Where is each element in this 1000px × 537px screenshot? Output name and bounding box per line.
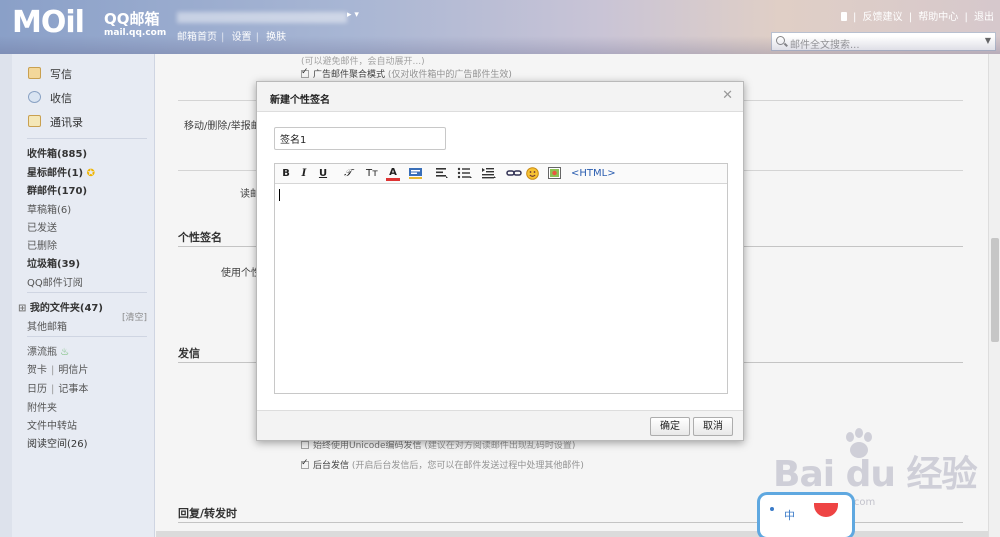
sidebar-item-spam[interactable]: 垃圾箱(39)	[27, 255, 80, 270]
home-link[interactable]: 邮箱首页	[177, 32, 217, 43]
font-color-icon: A	[389, 167, 397, 178]
close-icon[interactable]: ✕	[722, 88, 733, 103]
dialog-header: 新建个性签名 ✕	[257, 82, 743, 112]
html-mode-button[interactable]: <HTML>	[571, 167, 616, 180]
feedback-link[interactable]: 反馈建议	[863, 12, 903, 23]
starred-label: 星标邮件(1)	[27, 168, 84, 179]
mascot-text: 中	[784, 509, 795, 522]
sidebar-divider	[27, 138, 147, 139]
highlight-icon	[408, 168, 422, 179]
sidebar-divider	[27, 336, 147, 337]
align-button[interactable]	[435, 167, 449, 180]
card-link[interactable]: 贺卡	[27, 365, 47, 376]
sidebar-item-subscription[interactable]: QQ邮件订阅	[27, 274, 83, 289]
font-color-button[interactable]: A	[386, 167, 400, 181]
phone-icon[interactable]	[840, 12, 847, 21]
sidebar-item-other-mail[interactable]: 其他邮箱	[27, 318, 67, 333]
smiley-icon	[525, 167, 539, 180]
search-input[interactable]: 邮件全文搜索...	[790, 36, 860, 51]
sidebar-item-reading[interactable]: 阅读空间(26)	[27, 435, 88, 450]
editor-toolbar: B I U 𝒯 Tт A <HTML>	[275, 164, 727, 184]
sidebar-item-drift-bottle[interactable]: 漂流瓶 ♨	[27, 343, 69, 358]
contacts-label: 通讯录	[50, 116, 83, 129]
underline-button[interactable]: U	[316, 167, 330, 180]
logo-domain: mail.qq.com	[104, 28, 167, 38]
account-dropdown-icon[interactable]: ▸ ▾	[347, 10, 359, 20]
bottle-icon: ♨	[60, 347, 70, 358]
help-link[interactable]: 帮助中心	[918, 12, 958, 23]
scrollbar-thumb[interactable]	[991, 238, 999, 342]
header: MOil QQ邮箱 mail.qq.com ▸ ▾ 邮箱首页 | 设置 | 换肤 |…	[0, 0, 1000, 54]
new-signature-dialog: 新建个性签名 ✕ B I U 𝒯 Tт A	[256, 81, 744, 441]
signature-name-input[interactable]	[274, 127, 446, 150]
image-icon	[547, 167, 561, 179]
inbox-icon	[28, 91, 41, 103]
indent-icon	[482, 168, 496, 179]
list-icon	[457, 167, 472, 179]
baidu-jingyan-watermark: Bai du 经验 jingyan.baidu.com 中	[755, 428, 995, 537]
cancel-button[interactable]: 取消	[693, 417, 733, 436]
font-family-button[interactable]: 𝒯	[341, 167, 355, 180]
align-icon	[436, 168, 448, 178]
sidebar-item-drafts[interactable]: 草稿箱(6)	[27, 201, 71, 216]
bold-button[interactable]: B	[279, 167, 293, 180]
bullet-list-button[interactable]	[457, 167, 473, 180]
sidebar-item-calendar: 日历 | 记事本	[27, 384, 89, 395]
logo-cn: QQ邮箱	[104, 10, 160, 28]
italic-button[interactable]: I	[297, 167, 311, 180]
calendar-link[interactable]: 日历	[27, 384, 47, 395]
sidebar-item-cards: 贺卡 | 明信片	[27, 365, 89, 376]
sidebar-item-starred[interactable]: 星标邮件(1) ✪	[27, 164, 95, 179]
notepad-link[interactable]: 记事本	[58, 384, 88, 395]
qqmail-logo[interactable]: MOil	[12, 8, 85, 38]
mascot-icon: 中	[757, 492, 855, 537]
ok-button[interactable]: 确定	[650, 417, 690, 436]
sidebar-divider	[27, 292, 147, 293]
sidebar-item-inbox[interactable]: 收件箱(885)	[27, 145, 87, 160]
link-button[interactable]	[506, 167, 522, 180]
sidebar-item-group[interactable]: 群邮件(170)	[27, 182, 87, 197]
settings-link[interactable]: 设置	[232, 32, 252, 43]
search-box[interactable]: 邮件全文搜索... ▼	[771, 32, 996, 51]
top-right-links: | 反馈建议 | 帮助中心 | 退出	[838, 8, 994, 23]
background-color-button[interactable]	[407, 167, 423, 180]
account-name-blurred[interactable]	[177, 12, 347, 23]
compose-label: 写信	[50, 68, 72, 81]
search-icon	[776, 36, 785, 45]
clear-spam-link[interactable]: [清空]	[122, 310, 147, 323]
sidebar-item-attachments[interactable]: 附件夹	[27, 399, 57, 414]
expand-icon[interactable]: ⊞	[18, 303, 26, 314]
sidebar-edge	[0, 54, 12, 537]
signature-content-area[interactable]	[275, 185, 727, 393]
pencil-icon	[28, 67, 41, 79]
dialog-title: 新建个性签名	[270, 95, 330, 106]
star-icon: ✪	[86, 168, 95, 179]
search-dropdown-icon[interactable]: ▼	[985, 36, 991, 45]
my-folders-label: 我的文件夹(47)	[29, 303, 103, 314]
sidebar: 写信 收信 通讯录 收件箱(885) 星标邮件(1) ✪ 群邮件(170) 草稿…	[0, 54, 155, 537]
logo-subtitle: QQ邮箱 mail.qq.com	[104, 11, 166, 39]
logout-link[interactable]: 退出	[974, 12, 994, 23]
skin-link[interactable]: 换肤	[266, 32, 286, 43]
font-size-button[interactable]: Tт	[363, 167, 381, 180]
indent-button[interactable]	[481, 167, 497, 180]
drift-bottle-label: 漂流瓶	[27, 347, 57, 358]
font-icon: 𝒯	[344, 168, 352, 179]
sidebar-item-my-folders[interactable]: ⊞ 我的文件夹(47)	[18, 299, 103, 314]
sidebar-item-file-transfer[interactable]: 文件中转站	[27, 417, 77, 432]
emoji-button[interactable]	[525, 167, 539, 180]
header-links: 邮箱首页 | 设置 | 换肤	[177, 32, 287, 43]
image-button[interactable]	[547, 167, 561, 180]
watermark-brand: Bai du 经验	[773, 454, 978, 495]
receive-label: 收信	[50, 92, 72, 105]
sidebar-item-sent[interactable]: 已发送	[27, 219, 57, 234]
postcard-link[interactable]: 明信片	[58, 365, 88, 376]
font-size-icon: Tт	[366, 168, 378, 179]
sidebar-item-deleted[interactable]: 已删除	[27, 237, 57, 252]
link-icon	[506, 170, 522, 176]
dialog-footer: 确定 取消	[257, 410, 743, 440]
contacts-icon	[28, 115, 41, 127]
signature-editor: B I U 𝒯 Tт A <HTML>	[274, 163, 728, 394]
text-cursor	[279, 189, 280, 201]
